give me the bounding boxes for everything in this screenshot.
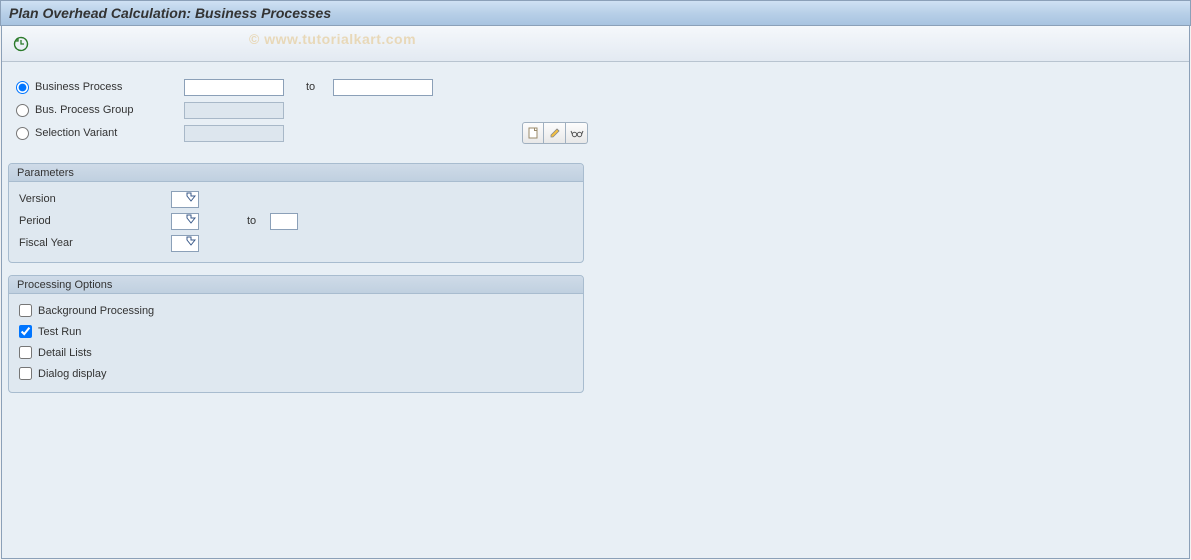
title-bar: Plan Overhead Calculation: Business Proc… — [0, 0, 1191, 26]
business-process-radio[interactable] — [16, 81, 29, 94]
fiscal-year-label: Fiscal Year — [15, 237, 171, 249]
parameters-title: Parameters — [9, 164, 583, 182]
detail-lists-row: Detail Lists — [15, 342, 577, 363]
fiscal-year-row: Fiscal Year — [15, 232, 577, 254]
variant-create-button[interactable] — [522, 122, 544, 144]
bus-process-group-input — [184, 102, 284, 119]
period-to-input[interactable] — [270, 213, 298, 230]
selection-block: Business Process to Bus. Process Group S… — [8, 70, 1183, 151]
bus-process-group-row: Bus. Process Group — [12, 99, 1179, 121]
business-process-from-input[interactable] — [184, 79, 284, 96]
to-label: to — [247, 215, 256, 227]
version-input[interactable] — [171, 191, 199, 208]
business-process-label: Business Process — [35, 81, 122, 93]
document-icon — [526, 126, 540, 140]
business-process-row: Business Process to — [12, 76, 1179, 98]
processing-options-title: Processing Options — [9, 276, 583, 294]
variant-change-button[interactable] — [544, 122, 566, 144]
window: © www.tutorialkart.com Business Process … — [1, 26, 1190, 559]
glasses-icon — [570, 126, 584, 140]
period-label: Period — [15, 215, 171, 227]
version-row: Version — [15, 188, 577, 210]
dialog-display-label: Dialog display — [38, 368, 106, 380]
dialog-display-row: Dialog display — [15, 363, 577, 384]
variant-display-button[interactable] — [566, 122, 588, 144]
detail-lists-checkbox[interactable] — [19, 346, 32, 359]
bus-process-group-radio[interactable] — [16, 104, 29, 117]
version-label: Version — [15, 193, 171, 205]
content-area: Business Process to Bus. Process Group S… — [2, 62, 1189, 558]
selection-variant-label: Selection Variant — [35, 127, 117, 139]
period-from-input[interactable] — [171, 213, 199, 230]
selection-variant-input — [184, 125, 284, 142]
parameters-group: Parameters Version Period — [8, 163, 584, 263]
background-processing-row: Background Processing — [15, 300, 577, 321]
period-row: Period to — [15, 210, 577, 232]
execute-icon — [13, 36, 29, 52]
to-label: to — [306, 81, 315, 93]
background-processing-checkbox[interactable] — [19, 304, 32, 317]
background-processing-label: Background Processing — [38, 305, 154, 317]
dialog-display-checkbox[interactable] — [19, 367, 32, 380]
business-process-to-input[interactable] — [333, 79, 433, 96]
test-run-checkbox[interactable] — [19, 325, 32, 338]
bus-process-group-label: Bus. Process Group — [35, 104, 133, 116]
watermark-text: © www.tutorialkart.com — [249, 31, 416, 47]
fiscal-year-input[interactable] — [171, 235, 199, 252]
processing-options-group: Processing Options Background Processing… — [8, 275, 584, 393]
selection-variant-radio[interactable] — [16, 127, 29, 140]
toolbar: © www.tutorialkart.com — [2, 26, 1189, 62]
variant-buttons — [522, 122, 588, 144]
test-run-row: Test Run — [15, 321, 577, 342]
test-run-label: Test Run — [38, 326, 81, 338]
execute-button[interactable] — [8, 31, 34, 57]
detail-lists-label: Detail Lists — [38, 347, 92, 359]
selection-variant-row: Selection Variant — [12, 122, 1179, 144]
pencil-icon — [548, 126, 562, 140]
page-title: Plan Overhead Calculation: Business Proc… — [9, 5, 331, 21]
